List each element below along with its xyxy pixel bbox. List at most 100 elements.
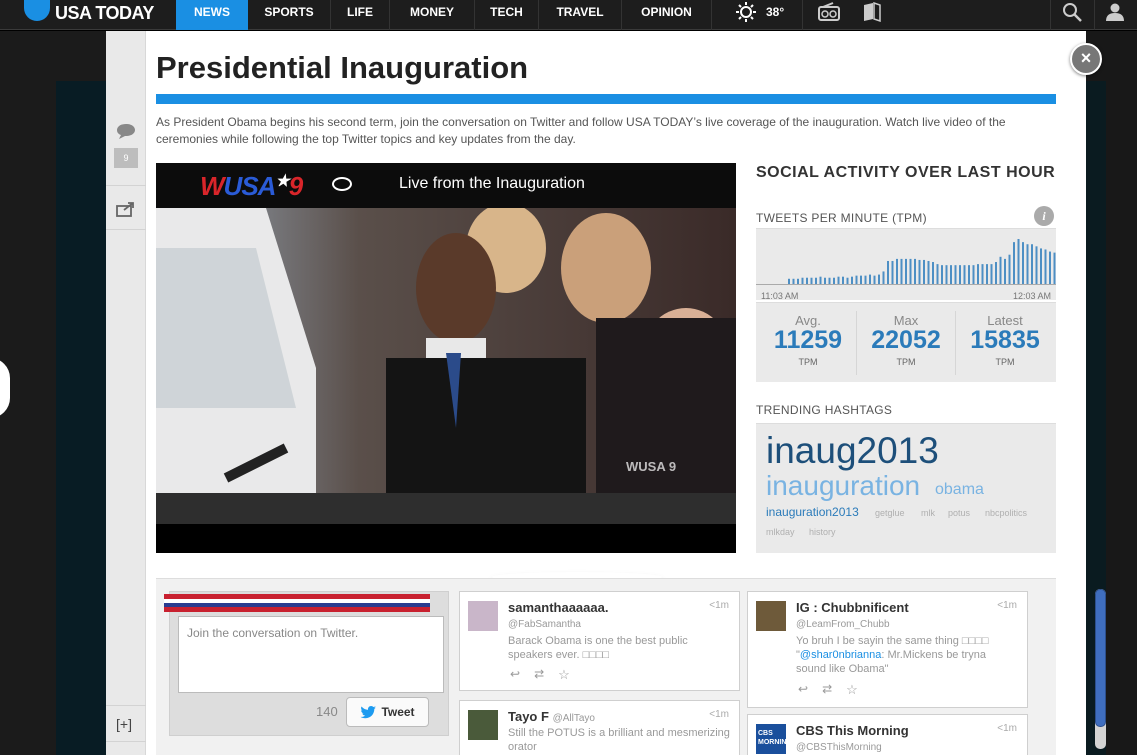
tweet-time: <1m xyxy=(997,600,1017,611)
info-icon[interactable]: i xyxy=(1034,206,1054,226)
tpm-bar xyxy=(1022,242,1024,284)
user-icon[interactable] xyxy=(1104,2,1126,22)
tweet-card[interactable]: Tayo F @AllTayo <1m Still the POTUS is a… xyxy=(459,700,740,755)
ebook-icon[interactable] xyxy=(861,2,883,22)
tpm-bar xyxy=(1008,254,1011,284)
cbs-avatar[interactable]: CBS MORNING xyxy=(756,724,792,754)
tpm-bar xyxy=(900,258,903,284)
sun-icon[interactable] xyxy=(736,2,756,22)
hashtag-link[interactable]: history xyxy=(809,527,836,537)
avatar[interactable] xyxy=(468,601,498,631)
tpm-bar xyxy=(1026,244,1029,284)
tpm-bar xyxy=(810,277,813,284)
scrollbar-thumb[interactable] xyxy=(1095,589,1106,727)
inauguration-card: 9 [+] Presidential Inauguration As Presi… xyxy=(106,31,1106,755)
hashtag-link[interactable]: obama xyxy=(935,481,984,499)
tweet-input[interactable]: Join the conversation on Twitter. xyxy=(178,616,444,693)
live-video-player[interactable]: WUSA★9 Live from the Inauguration WUSA 9 xyxy=(156,163,736,553)
tpm-chart: 11:03 AM 12:03 AM xyxy=(756,228,1056,301)
nav-opinion[interactable]: OPINION xyxy=(622,0,711,30)
hashtag-link[interactable]: inaug2013 xyxy=(766,430,939,472)
tweet-time: <1m xyxy=(997,723,1017,734)
tweet-mention-link[interactable]: @shar0nbrianna xyxy=(800,649,882,661)
tpm-bar xyxy=(1004,258,1006,284)
radio-icon[interactable] xyxy=(818,2,840,22)
favorite-icon[interactable]: ☆ xyxy=(846,682,858,698)
nav-sports[interactable]: SPORTS xyxy=(248,0,330,30)
retweet-icon[interactable]: ⇄ xyxy=(534,667,544,683)
nav-divider xyxy=(711,0,712,30)
hashtag-link[interactable]: getglue xyxy=(875,508,905,518)
tpm-bar xyxy=(833,277,835,284)
stream-scrollbar[interactable] xyxy=(1095,589,1106,749)
tweet-card[interactable]: CBS MORNING CBS This Morning @CBSThisMor… xyxy=(747,714,1028,755)
tpm-bar xyxy=(864,275,867,284)
tweet-author-handle[interactable]: @CBSThisMorning xyxy=(796,742,882,753)
wusa9-watermark: WUSA 9 xyxy=(626,459,677,474)
tpm-label: TWEETS PER MINUTE (TPM) xyxy=(756,211,927,225)
tpm-bar xyxy=(909,258,912,284)
tpm-bar xyxy=(963,265,966,284)
tweet-time: <1m xyxy=(709,709,729,720)
nav-money[interactable]: MONEY xyxy=(390,0,474,30)
comments-button[interactable] xyxy=(106,116,146,146)
tpm-bar xyxy=(936,264,939,284)
tweet-author-name[interactable]: CBS This Morning xyxy=(796,723,909,738)
nav-travel[interactable]: TRAVEL xyxy=(539,0,621,30)
tpm-bar xyxy=(1049,251,1051,284)
tpm-bars xyxy=(756,239,1056,285)
tweet-author-handle[interactable]: @AllTayo xyxy=(553,713,595,724)
tweet-author-name-text[interactable]: Tayo F xyxy=(508,709,549,724)
tpm-bar xyxy=(927,260,930,284)
tweet-author-name[interactable]: IG : Chubbnificent xyxy=(796,600,909,615)
reply-icon[interactable]: ↩ xyxy=(510,667,520,683)
tweet-card[interactable]: samanthaaaaaa. @FabSamantha <1m Barack O… xyxy=(459,591,740,691)
retweet-icon[interactable]: ⇄ xyxy=(822,682,832,698)
nav-divider xyxy=(1050,0,1051,30)
tweet-button[interactable]: Tweet xyxy=(346,697,429,727)
nav-tech[interactable]: TECH xyxy=(475,0,538,30)
tpm-bar xyxy=(999,256,1002,284)
tpm-bar xyxy=(923,259,925,284)
weather-temperature[interactable]: 38° xyxy=(766,0,784,24)
hashtag-link[interactable]: inauguration xyxy=(766,470,920,502)
tweet-text: Barack Obama is one the best public spea… xyxy=(508,635,688,661)
tweet-actions: ↩ ⇄ ☆ xyxy=(798,682,858,698)
tpm-bar xyxy=(1040,248,1042,284)
hashtag-link[interactable]: inauguration2013 xyxy=(766,505,859,519)
tpm-bar xyxy=(959,265,961,284)
char-count: 140 xyxy=(316,704,338,719)
logo-dot-icon xyxy=(24,0,50,21)
share-button[interactable] xyxy=(106,196,146,222)
stat-max: Max 22052 TPM xyxy=(857,303,955,383)
expand-button[interactable]: [+] xyxy=(116,716,132,732)
hashtag-link[interactable]: nbcpolitics xyxy=(985,508,1027,518)
tweet-author-name[interactable]: samanthaaaaaa. xyxy=(508,600,608,615)
tpm-bar xyxy=(891,260,894,284)
hashtag-link[interactable]: potus xyxy=(948,508,970,518)
search-icon[interactable] xyxy=(1062,2,1084,22)
avatar[interactable] xyxy=(756,601,786,631)
usa-today-logo[interactable]: USA TODAY xyxy=(0,0,176,30)
hashtag-link[interactable]: mlkday xyxy=(766,527,795,537)
avatar[interactable] xyxy=(468,710,498,740)
tpm-bar xyxy=(995,262,997,284)
hashtag-link[interactable]: mlk xyxy=(921,508,935,518)
top-nav: USA TODAY NEWS SPORTS LIFE MONEY TECH TR… xyxy=(0,0,1137,30)
tweet-author-handle[interactable]: @LeamFrom_Chubb xyxy=(796,619,890,630)
tweet-author-handle[interactable]: @FabSamantha xyxy=(508,619,581,630)
nav-divider xyxy=(802,0,803,30)
tpm-bar xyxy=(855,275,858,284)
tpm-bar xyxy=(1031,244,1033,284)
favorite-icon[interactable]: ☆ xyxy=(558,667,570,683)
nav-life[interactable]: LIFE xyxy=(331,0,389,30)
tweet-author-name[interactable]: Tayo F @AllTayo xyxy=(508,709,595,724)
tweet-card[interactable]: IG : Chubbnificent @LeamFrom_Chubb <1m Y… xyxy=(747,591,1028,708)
utility-bar: 9 [+] xyxy=(106,31,146,755)
tpm-bar xyxy=(914,258,916,284)
nav-news[interactable]: NEWS xyxy=(176,0,248,30)
tpm-bar xyxy=(824,277,826,284)
close-button[interactable]: × xyxy=(1070,43,1102,75)
reply-icon[interactable]: ↩ xyxy=(798,682,808,698)
video-controls-bar[interactable] xyxy=(156,524,736,553)
